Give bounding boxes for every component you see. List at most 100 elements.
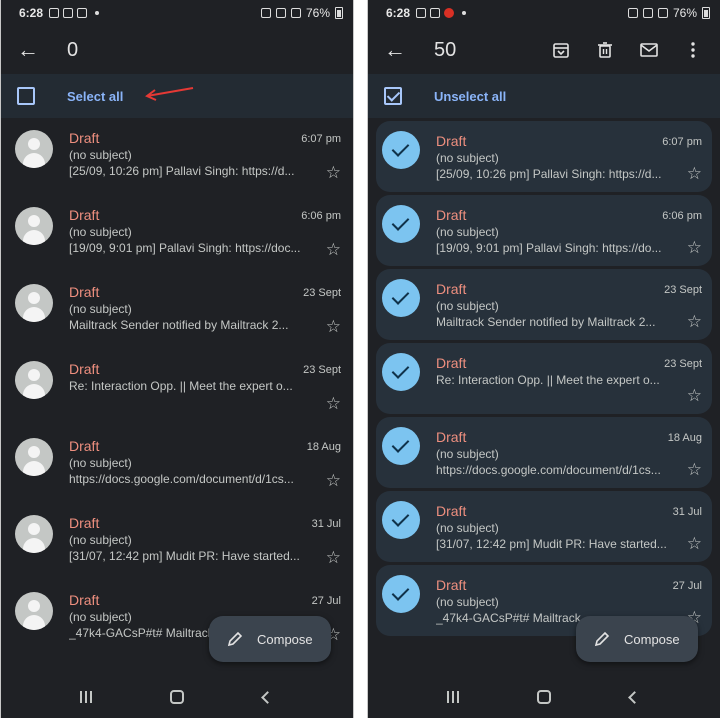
email-list-item[interactable]: Draft 6:07 pm (no subject) [25/09, 10:26 pm… (1, 118, 353, 195)
selected-check-icon[interactable] (382, 205, 420, 243)
email-list: Draft 6:07 pm (no subject) [25/09, 10:26 pm… (1, 118, 353, 657)
email-list-item[interactable]: Draft 6:06 pm (no subject) [19/09, 9:01 pm]… (376, 195, 712, 266)
email-list-item[interactable]: Draft 31 Jul (no subject) [31/07, 12:42 pm]… (376, 491, 712, 562)
star-icon[interactable]: ☆ (687, 461, 702, 478)
selected-check-icon[interactable] (382, 353, 420, 391)
email-date: 31 Jul (672, 506, 702, 518)
email-date: 27 Jul (672, 580, 702, 592)
star-icon[interactable]: ☆ (687, 313, 702, 330)
system-nav-bar (1, 676, 353, 718)
compose-button[interactable]: Compose (209, 616, 331, 662)
back-arrow-icon[interactable]: ← (384, 37, 408, 63)
telegram-notification-icon (416, 8, 427, 18)
email-date: 6:06 pm (301, 210, 341, 222)
recents-icon[interactable] (71, 691, 101, 703)
unselect-all-button[interactable]: Unselect all (434, 89, 506, 104)
delete-icon[interactable] (594, 39, 616, 61)
selected-check-icon[interactable] (382, 279, 420, 317)
email-subject: (no subject) (436, 447, 499, 461)
home-icon[interactable] (162, 690, 192, 704)
back-nav-icon[interactable] (620, 690, 650, 704)
star-icon[interactable]: ☆ (326, 241, 341, 258)
email-snippet: https://docs.google.com/document/d/1cs..… (436, 463, 661, 477)
selected-check-icon[interactable] (382, 501, 420, 539)
back-nav-icon[interactable] (253, 690, 283, 704)
archive-icon[interactable] (550, 39, 572, 61)
more-notifications-dot-icon (95, 11, 100, 15)
email-content: Draft 6:06 pm (no subject) [19/09, 9:01 pm]… (436, 195, 702, 266)
star-icon[interactable]: ☆ (326, 164, 341, 181)
battery-icon (335, 7, 343, 19)
email-list-item[interactable]: Draft 23 Sept Re: Interaction Opp. || Meet… (1, 349, 353, 426)
email-date: 23 Sept (664, 358, 702, 370)
email-sender: Draft (436, 577, 467, 593)
email-list-item[interactable]: Draft 23 Sept (no subject) Mailtrack Sender… (1, 272, 353, 349)
select-all-button[interactable]: Select all (67, 89, 123, 104)
email-snippet: [25/09, 10:26 pm] Pallavi Singh: https:/… (69, 164, 295, 178)
email-content: Draft 23 Sept Re: Interaction Opp. || Meet… (69, 349, 341, 426)
avatar-icon[interactable] (15, 361, 53, 399)
select-all-checkbox[interactable] (17, 87, 35, 105)
red-arrow-annotation-icon (145, 87, 194, 101)
email-snippet: [19/09, 9:01 pm] Pallavi Singh: https://… (69, 241, 301, 255)
compose-button[interactable]: Compose (576, 616, 698, 662)
avatar-icon[interactable] (15, 592, 53, 630)
email-snippet: Re: Interaction Opp. || Meet the expert … (69, 379, 293, 393)
select-all-checkbox[interactable] (384, 87, 402, 105)
home-icon[interactable] (529, 690, 559, 704)
email-content: Draft 23 Sept (no subject) Mailtrack Sender… (436, 269, 702, 340)
star-icon[interactable]: ☆ (326, 549, 341, 566)
selected-check-icon[interactable] (382, 575, 420, 613)
email-date: 23 Sept (664, 284, 702, 296)
app-notification-icon (444, 8, 455, 18)
wifi-icon (275, 8, 286, 18)
email-list-item[interactable]: Draft 31 Jul (no subject) [31/07, 12:42 pm]… (1, 503, 353, 580)
calendar-notification-icon (77, 8, 88, 18)
email-sender: Draft (436, 429, 467, 445)
selected-check-icon[interactable] (382, 427, 420, 465)
star-icon[interactable]: ☆ (687, 535, 702, 552)
email-list-item[interactable]: Draft 6:06 pm (no subject) [19/09, 9:01 pm]… (1, 195, 353, 272)
alarm-icon (627, 8, 638, 18)
email-subject: (no subject) (436, 151, 499, 165)
email-snippet: [31/07, 12:42 pm] Mudit PR: Have started… (436, 537, 667, 551)
email-content: Draft 18 Aug (no subject) https://docs.goog… (436, 417, 702, 488)
avatar-icon[interactable] (15, 284, 53, 322)
status-bar: 6:28 76% (1, 0, 353, 26)
avatar-icon[interactable] (15, 207, 53, 245)
star-icon[interactable]: ☆ (687, 239, 702, 256)
email-sender: Draft (69, 515, 100, 531)
back-arrow-icon[interactable]: ← (17, 37, 41, 63)
email-list-item[interactable]: Draft 18 Aug (no subject) https://docs.goog… (376, 417, 712, 488)
status-time: 6:28 (386, 6, 411, 20)
more-vert-icon[interactable] (682, 39, 704, 61)
battery-percent: 76% (672, 6, 697, 20)
more-notifications-dot-icon (462, 11, 467, 15)
email-list-item[interactable]: Draft 6:07 pm (no subject) [25/09, 10:26 pm… (376, 121, 712, 192)
star-icon[interactable]: ☆ (687, 165, 702, 182)
email-list-item[interactable]: Draft 23 Sept (no subject) Mailtrack Sender… (376, 269, 712, 340)
avatar-icon[interactable] (15, 438, 53, 476)
pencil-icon (227, 631, 243, 647)
avatar-icon[interactable] (15, 130, 53, 168)
star-icon[interactable]: ☆ (326, 318, 341, 335)
email-date: 23 Sept (303, 287, 341, 299)
email-subject: (no subject) (436, 521, 499, 535)
email-list-item[interactable]: Draft 18 Aug (no subject) https://docs.goog… (1, 426, 353, 503)
email-subject: (no subject) (69, 225, 132, 239)
star-icon[interactable]: ☆ (687, 387, 702, 404)
email-snippet: Mailtrack Sender notified by Mailtrack 2… (436, 315, 656, 329)
star-icon[interactable]: ☆ (326, 395, 341, 412)
recents-icon[interactable] (438, 691, 468, 703)
selected-check-icon[interactable] (382, 131, 420, 169)
wifi-icon (642, 8, 653, 18)
mail-icon[interactable] (638, 39, 660, 61)
email-snippet: [25/09, 10:26 pm] Pallavi Singh: https:/… (436, 167, 662, 181)
star-icon[interactable]: ☆ (326, 472, 341, 489)
email-subject: (no subject) (69, 148, 132, 162)
email-list-item[interactable]: Draft 23 Sept Re: Interaction Opp. || Meet… (376, 343, 712, 414)
battery-percent: 76% (305, 6, 330, 20)
avatar-icon[interactable] (15, 515, 53, 553)
email-sender: Draft (436, 355, 467, 371)
status-bar: 6:28 76% (368, 0, 720, 26)
